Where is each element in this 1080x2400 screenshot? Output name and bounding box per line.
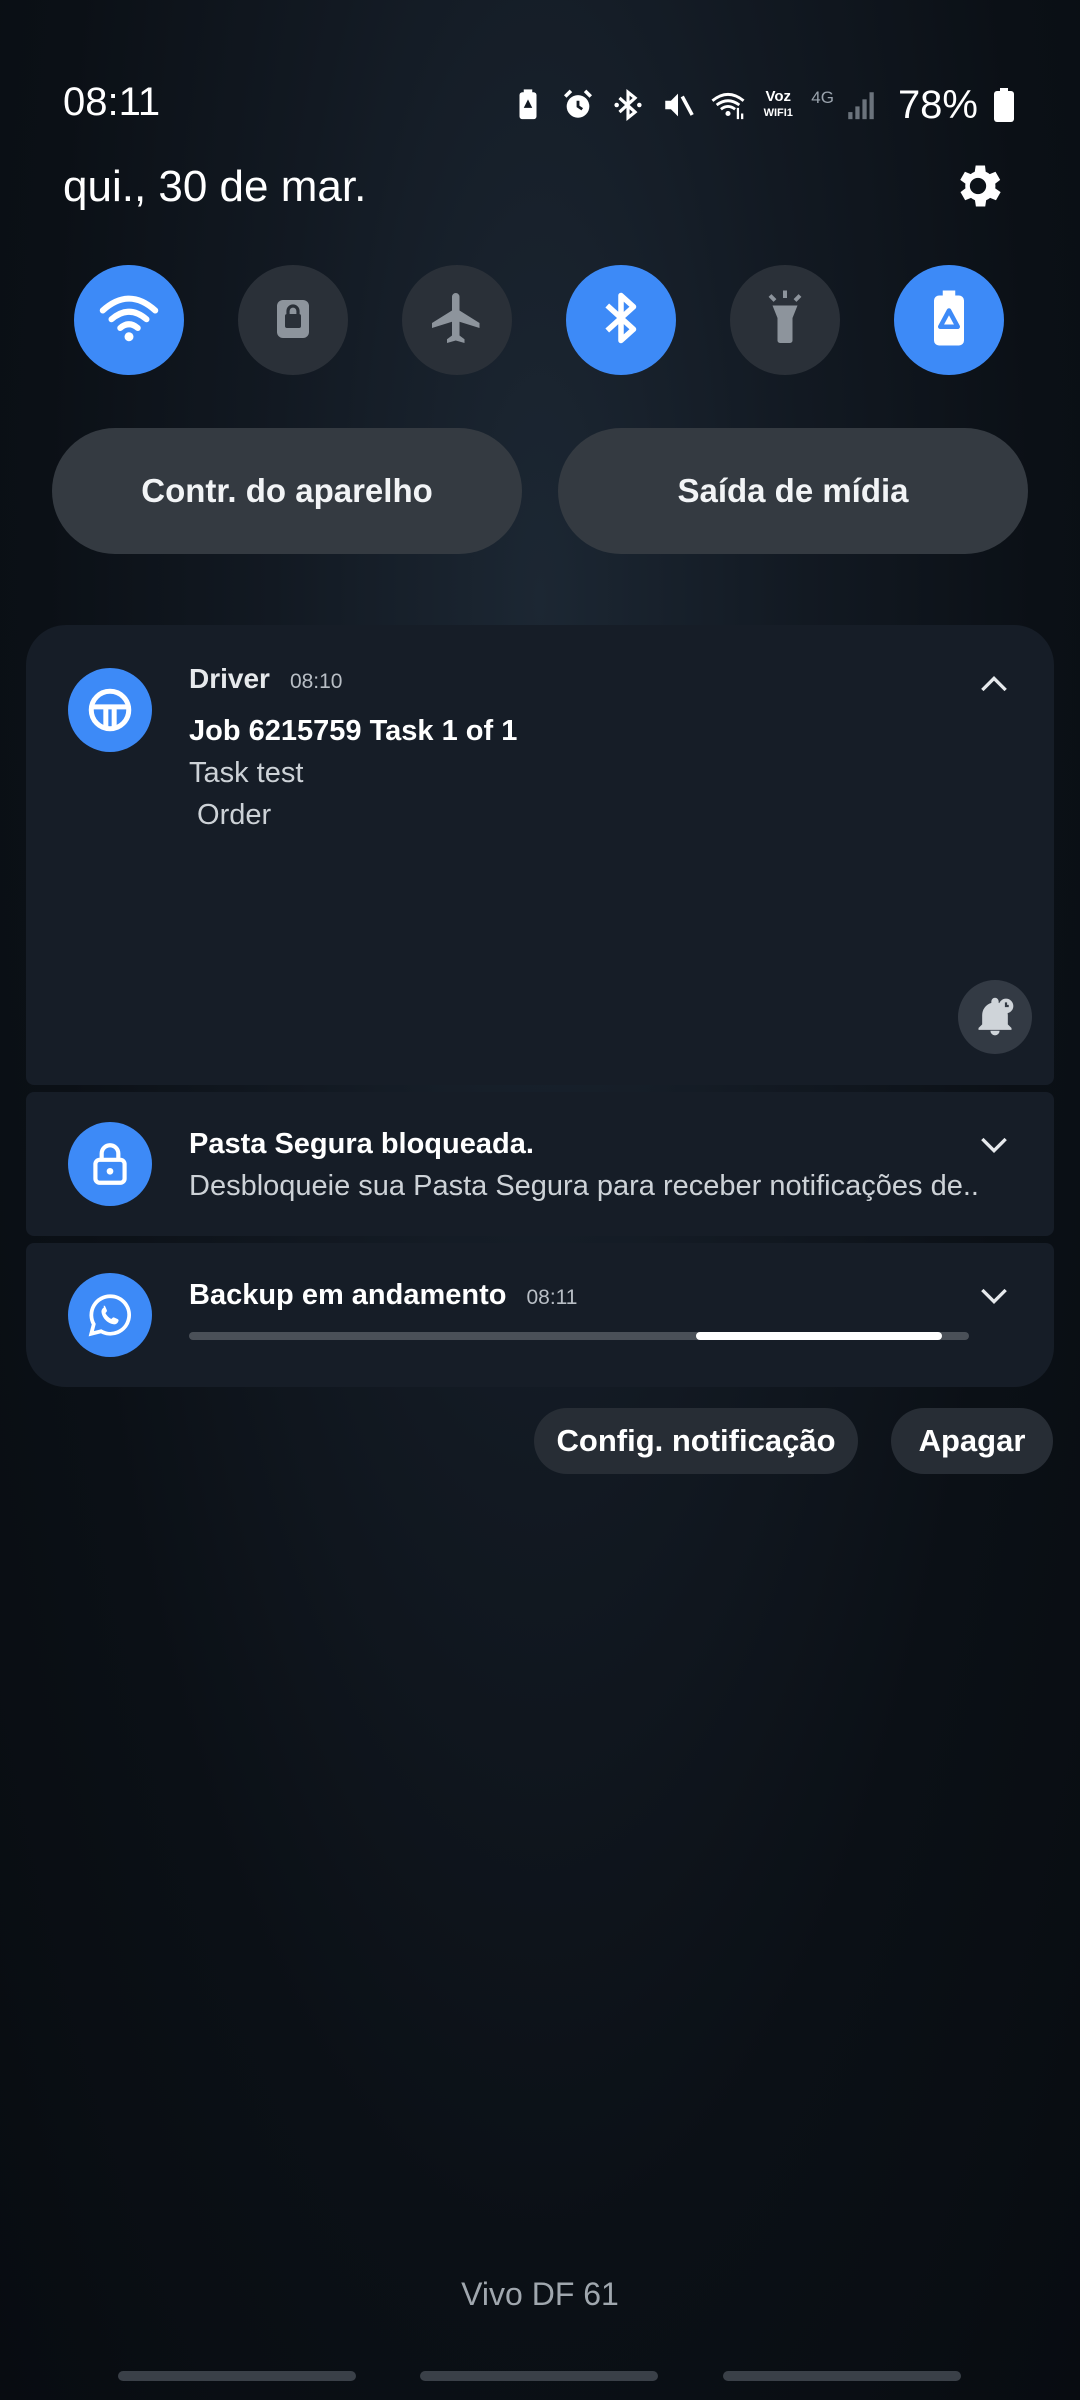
nav-bar-segment-right: [723, 2371, 961, 2381]
settings-gear-icon[interactable]: [950, 158, 1006, 214]
backup-progress-bar: [189, 1332, 969, 1340]
clear-all-button[interactable]: Apagar: [891, 1408, 1053, 1474]
notification-driver[interactable]: Driver 08:10 Job 6215759 Task 1 of 1 Tas…: [26, 625, 1054, 1085]
wifi-toggle[interactable]: [74, 265, 184, 375]
notification-title: Job 6215759 Task 1 of 1: [189, 715, 518, 747]
notification-line-1: Task test: [189, 757, 304, 789]
notification-title: Pasta Segura bloqueada.: [189, 1128, 534, 1160]
backup-progress-fill: [696, 1332, 942, 1340]
power-saving-toggle[interactable]: [894, 265, 1004, 375]
alarm-icon: [561, 85, 595, 125]
battery-percentage: 78%: [897, 82, 978, 127]
snooze-bell-icon[interactable]: [958, 980, 1032, 1054]
nav-bar-segment-center: [420, 2371, 658, 2381]
whatsapp-icon: [68, 1273, 152, 1357]
chevron-up-icon[interactable]: [974, 665, 1014, 705]
notification-time: 08:11: [526, 1286, 578, 1309]
wifi-icon: [99, 288, 159, 353]
notification-settings-button[interactable]: Config. notificação: [534, 1408, 858, 1474]
carrier-label: Vivo DF 61: [461, 2276, 619, 2312]
bluetooth-status-icon: [611, 85, 645, 125]
bluetooth-toggle[interactable]: [566, 265, 676, 375]
flashlight-toggle[interactable]: [730, 265, 840, 375]
status-icons: Voz WIFI1 4G 78%: [511, 80, 1014, 130]
signal-icon: [844, 85, 878, 125]
chevron-down-icon[interactable]: [974, 1124, 1014, 1164]
battery-icon: [994, 88, 1014, 122]
notification-title: Backup em andamento: [189, 1279, 507, 1311]
secure-folder-toggle[interactable]: [238, 265, 348, 375]
nav-bar-segment-left: [118, 2371, 356, 2381]
battery-saver-icon: [511, 85, 545, 125]
flashlight-icon: [755, 288, 815, 353]
notification-line-2: Order: [189, 799, 272, 831]
bluetooth-icon: [591, 288, 651, 353]
chevron-down-icon[interactable]: [974, 1275, 1014, 1315]
network-type: 4G: [811, 88, 834, 107]
notification-secure-folder[interactable]: Pasta Segura bloqueada. Desbloqueie sua …: [26, 1092, 1054, 1236]
notification-body: Desbloqueie sua Pasta Segura para recebe…: [189, 1170, 979, 1202]
airplane-toggle[interactable]: [402, 265, 512, 375]
airplane-icon: [427, 288, 487, 353]
notification-time: 08:10: [289, 670, 343, 693]
status-clock: 08:11: [63, 80, 161, 124]
notification-app-name: Driver: [189, 663, 270, 694]
media-output-button[interactable]: Saída de mídia: [558, 428, 1028, 554]
battery-recycle-icon: [919, 288, 979, 353]
voz-wifi-label: Voz WIFI1: [763, 88, 793, 120]
mute-icon: [661, 85, 695, 125]
lock-icon: [68, 1122, 152, 1206]
wifi-calling-icon: [711, 85, 745, 125]
date-label: qui., 30 de mar.: [63, 162, 367, 211]
lock-icon: [269, 294, 317, 347]
steering-wheel-icon: [68, 668, 152, 752]
notification-backup[interactable]: Backup em andamento 08:11: [26, 1243, 1054, 1387]
device-control-button[interactable]: Contr. do aparelho: [52, 428, 522, 554]
